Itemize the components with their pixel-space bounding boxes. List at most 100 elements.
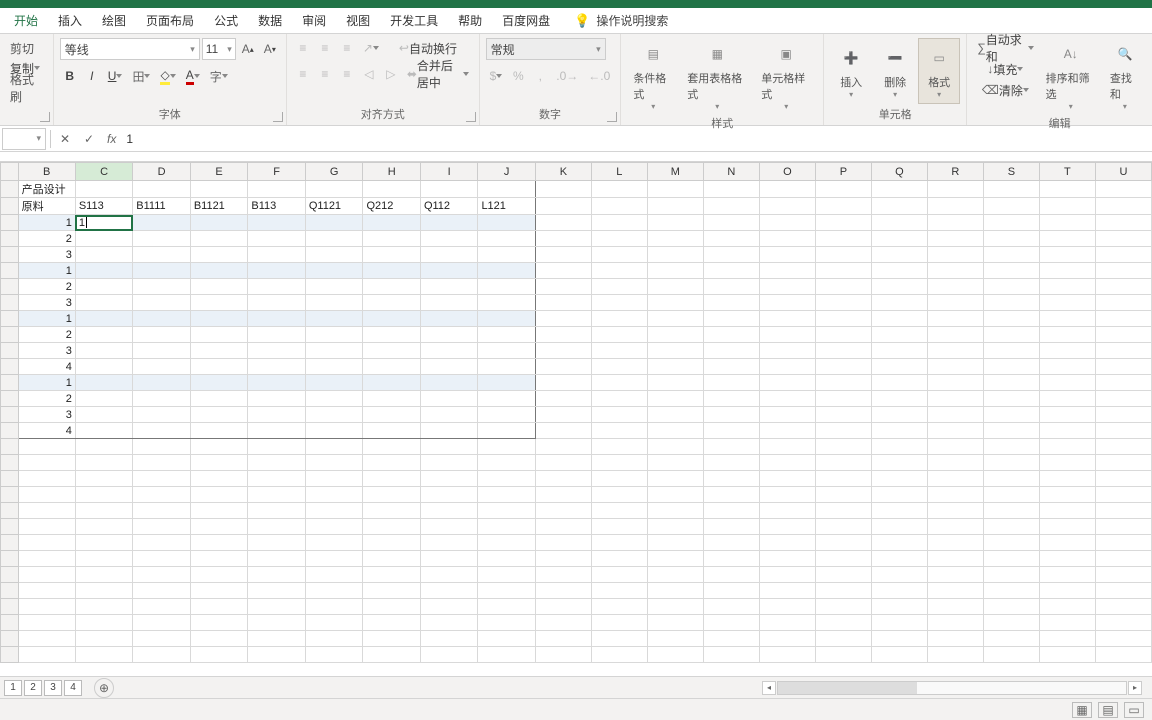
- cell[interactable]: [591, 359, 647, 375]
- cell[interactable]: [190, 215, 248, 231]
- cell[interactable]: [1039, 311, 1095, 327]
- cell[interactable]: [478, 599, 535, 615]
- cell[interactable]: [75, 181, 132, 198]
- cell[interactable]: [1095, 407, 1151, 423]
- align-left-icon[interactable]: ≡: [293, 64, 313, 84]
- cell[interactable]: [248, 615, 305, 631]
- delete-cells-button[interactable]: ➖ 删除▾: [874, 38, 916, 104]
- cell[interactable]: [248, 181, 305, 198]
- cell[interactable]: [927, 567, 983, 583]
- cell[interactable]: [305, 519, 363, 535]
- cell[interactable]: [363, 615, 421, 631]
- cell[interactable]: [305, 391, 363, 407]
- cell[interactable]: [190, 583, 248, 599]
- cell[interactable]: [871, 615, 927, 631]
- cell[interactable]: [871, 231, 927, 247]
- cell[interactable]: [1039, 215, 1095, 231]
- cell[interactable]: [190, 375, 248, 391]
- cell[interactable]: [190, 407, 248, 423]
- cell[interactable]: 3: [18, 247, 75, 263]
- cell[interactable]: [535, 327, 591, 343]
- menu-tab-4[interactable]: 公式: [204, 8, 248, 34]
- cell[interactable]: [815, 327, 871, 343]
- cell[interactable]: [535, 551, 591, 567]
- cell[interactable]: [983, 311, 1039, 327]
- cell[interactable]: [871, 407, 927, 423]
- cell[interactable]: [647, 295, 703, 311]
- format-cells-button[interactable]: ▭ 格式▾: [918, 38, 960, 104]
- cell[interactable]: [647, 375, 703, 391]
- underline-button[interactable]: U: [104, 66, 127, 86]
- cell[interactable]: [759, 647, 815, 663]
- cell[interactable]: [1095, 327, 1151, 343]
- cell[interactable]: [591, 631, 647, 647]
- cell[interactable]: [535, 295, 591, 311]
- row-header[interactable]: [1, 423, 19, 439]
- comma-icon[interactable]: ,: [530, 66, 550, 86]
- cell[interactable]: [1039, 279, 1095, 295]
- cell[interactable]: [871, 375, 927, 391]
- col-header-L[interactable]: L: [591, 163, 647, 181]
- cell[interactable]: [535, 535, 591, 551]
- increase-font-icon[interactable]: A▴: [238, 39, 258, 59]
- cell[interactable]: [815, 455, 871, 471]
- cell[interactable]: [759, 327, 815, 343]
- cell[interactable]: [75, 263, 132, 279]
- cell[interactable]: [647, 631, 703, 647]
- cell[interactable]: [1095, 343, 1151, 359]
- cell[interactable]: [815, 535, 871, 551]
- phonetic-button[interactable]: 字: [206, 66, 232, 86]
- cell[interactable]: [420, 263, 477, 279]
- cell[interactable]: [420, 343, 477, 359]
- cell[interactable]: [983, 535, 1039, 551]
- cancel-edit-icon[interactable]: ✕: [53, 128, 77, 150]
- cell[interactable]: [983, 215, 1039, 231]
- cell[interactable]: [363, 263, 421, 279]
- cell[interactable]: 1: [18, 375, 75, 391]
- cell[interactable]: [535, 471, 591, 487]
- cell[interactable]: [535, 375, 591, 391]
- cell[interactable]: [871, 327, 927, 343]
- cell[interactable]: [647, 181, 703, 198]
- cell[interactable]: [133, 311, 191, 327]
- cell[interactable]: [927, 647, 983, 663]
- cell[interactable]: [815, 215, 871, 231]
- cell[interactable]: [1039, 631, 1095, 647]
- cell[interactable]: [1095, 567, 1151, 583]
- cell[interactable]: [18, 567, 75, 583]
- cell[interactable]: [1039, 535, 1095, 551]
- cell[interactable]: [248, 295, 305, 311]
- row-header[interactable]: [1, 503, 19, 519]
- cell[interactable]: [133, 279, 191, 295]
- row-header[interactable]: [1, 215, 19, 231]
- cell[interactable]: [759, 181, 815, 198]
- cell[interactable]: [190, 295, 248, 311]
- cell[interactable]: [591, 503, 647, 519]
- cell[interactable]: [927, 423, 983, 439]
- cell[interactable]: [759, 423, 815, 439]
- cell[interactable]: [1039, 551, 1095, 567]
- italic-button[interactable]: I: [82, 66, 102, 86]
- cell[interactable]: [305, 231, 363, 247]
- cell[interactable]: [248, 583, 305, 599]
- cell[interactable]: [305, 631, 363, 647]
- font-color-button[interactable]: A: [182, 66, 204, 86]
- row-header[interactable]: [1, 583, 19, 599]
- cell[interactable]: [703, 615, 759, 631]
- dialog-launcher-icon[interactable]: [607, 112, 617, 122]
- cell[interactable]: [363, 231, 421, 247]
- cell[interactable]: [1095, 231, 1151, 247]
- normal-view-icon[interactable]: ▦: [1072, 702, 1092, 718]
- row-header[interactable]: [1, 647, 19, 663]
- cell[interactable]: [759, 599, 815, 615]
- cell[interactable]: [759, 295, 815, 311]
- cell[interactable]: [133, 231, 191, 247]
- cell[interactable]: [18, 551, 75, 567]
- cell[interactable]: [1095, 583, 1151, 599]
- cell[interactable]: [1095, 247, 1151, 263]
- col-header-G[interactable]: G: [305, 163, 363, 181]
- cell[interactable]: [305, 263, 363, 279]
- cell[interactable]: [190, 567, 248, 583]
- cell[interactable]: [478, 487, 535, 503]
- cell[interactable]: [703, 181, 759, 198]
